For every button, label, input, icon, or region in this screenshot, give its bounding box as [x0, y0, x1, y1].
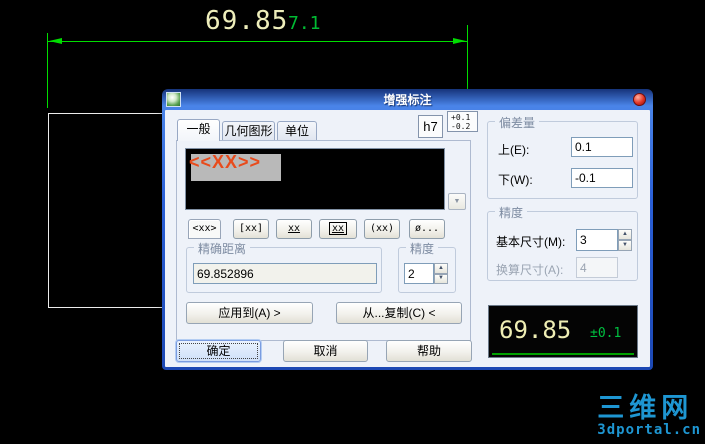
format-underline-label: xx	[287, 223, 301, 234]
dimension-value-text: 69.85	[205, 6, 289, 36]
exact-distance-caption: 精确距离	[194, 240, 251, 257]
dialog-title: 增强标注	[383, 93, 432, 107]
dimension-text-preview[interactable]: <<XX>>	[185, 148, 445, 210]
lower-deviation-input[interactable]	[571, 168, 633, 188]
upper-deviation-input[interactable]	[571, 137, 633, 157]
ok-button[interactable]: 确定	[176, 340, 261, 362]
tolerance-badge[interactable]: +0.1 -0.2	[447, 111, 478, 132]
exact-distance-input[interactable]	[193, 263, 377, 284]
basic-size-spinner: ▲ ▼	[618, 229, 632, 251]
app-icon	[166, 92, 181, 107]
spin-down-icon: ▼	[438, 275, 444, 282]
dimension-line	[48, 41, 467, 42]
deviation-group: 偏差量 上(E): 下(W):	[487, 114, 638, 199]
basic-size-spin-down-button[interactable]: ▼	[618, 240, 632, 251]
copy-from-button[interactable]: 从...复制(C) <	[336, 302, 462, 324]
tab-general[interactable]: 一般	[177, 119, 220, 141]
spin-up-icon: ▲	[622, 231, 628, 237]
result-tolerance: ±0.1	[590, 326, 622, 341]
dim-arrow-right-icon	[453, 38, 466, 44]
precision-spinner-caption: 精度	[406, 240, 439, 257]
tab-units[interactable]: 单位	[277, 121, 317, 141]
converted-size-label: 换算尺寸(A):	[496, 263, 564, 277]
tolerance-badge-upper: +0.1	[451, 113, 471, 122]
exact-distance-group: 精确距离	[186, 240, 382, 293]
tab-units-label: 单位	[284, 124, 309, 138]
basic-size-input[interactable]	[576, 229, 618, 251]
basic-size-label: 基本尺寸(M):	[496, 235, 566, 249]
tab-geometry[interactable]: 几何图形	[222, 121, 275, 141]
spin-up-icon: ▲	[438, 264, 444, 271]
enhanced-dimension-dialog: 增强标注 一般 几何图形 单位 h7 +0.1 -0.2 <<XX>> ▼ <x…	[162, 89, 653, 370]
format-parentheses-label: (xx)	[369, 223, 395, 234]
tolerance-badge-lower: -0.2	[451, 122, 471, 131]
dim-arrow-left-icon	[49, 38, 62, 44]
format-underline-button[interactable]: xx	[276, 219, 312, 239]
spin-down-icon: ▼	[622, 242, 628, 248]
precision-input[interactable]	[404, 263, 434, 284]
chevron-down-icon: ▼	[453, 198, 461, 205]
help-button[interactable]: 帮助	[386, 340, 472, 362]
format-boxed-label: xx	[328, 222, 348, 235]
format-diameter-label: ø...	[414, 223, 440, 234]
precision-spinner-group: 精度 ▲ ▼	[398, 240, 456, 293]
result-dimension-line	[492, 353, 634, 355]
dialog-titlebar[interactable]: 增强标注	[162, 89, 653, 110]
format-angle-brackets-label: <xx>	[192, 223, 217, 234]
precision-group: 精度 基本尺寸(M): ▲ ▼ 换算尺寸(A):	[487, 204, 638, 281]
format-square-brackets-button[interactable]: [xx]	[233, 219, 269, 239]
lower-deviation-label: 下(W):	[498, 173, 533, 187]
dialog-body: 一般 几何图形 单位 h7 +0.1 -0.2 <<XX>> ▼ <xx> [x…	[165, 110, 650, 367]
tab-geometry-label: 几何图形	[224, 124, 273, 138]
tab-general-label: 一般	[186, 122, 211, 136]
upper-deviation-label: 上(E):	[498, 143, 530, 157]
close-icon[interactable]	[633, 93, 646, 106]
watermark-url: 3dportal.cn	[597, 422, 701, 438]
basic-size-spin-up-button[interactable]: ▲	[618, 229, 632, 240]
extension-line-right	[467, 25, 468, 90]
format-diameter-button[interactable]: ø...	[409, 219, 445, 239]
cad-application-canvas: 69.85 7.1 三维网 3dportal.cn 增强标注 一般 几何图形 单…	[0, 0, 705, 444]
extension-line-left	[47, 33, 48, 108]
precision-group-caption: 精度	[495, 204, 528, 221]
deviation-caption: 偏差量	[495, 114, 540, 131]
format-square-brackets-label: [xx]	[238, 223, 264, 234]
format-angle-brackets-button[interactable]: <xx>	[188, 219, 221, 239]
result-value: 69.85	[499, 316, 572, 344]
format-parentheses-button[interactable]: (xx)	[364, 219, 400, 239]
cancel-button[interactable]: 取消	[283, 340, 368, 362]
converted-size-input	[576, 257, 618, 278]
apply-to-button[interactable]: 应用到(A) >	[186, 302, 313, 324]
format-boxed-button[interactable]: xx	[319, 219, 357, 239]
precision-spin-down-button[interactable]: ▼	[434, 273, 448, 284]
result-preview: 69.85 ±0.1	[488, 305, 638, 358]
fit-tolerance-button[interactable]: h7	[418, 115, 443, 138]
watermark-title: 三维网	[597, 393, 694, 424]
precision-spinner: ▲ ▼	[434, 263, 448, 284]
precision-spin-up-button[interactable]: ▲	[434, 263, 448, 274]
preview-text: <<XX>>	[189, 152, 262, 172]
watermark: 三维网 3dportal.cn	[597, 393, 701, 438]
preview-scroll-down-button[interactable]: ▼	[448, 193, 466, 210]
dimension-tolerance-text: 7.1	[288, 13, 321, 34]
